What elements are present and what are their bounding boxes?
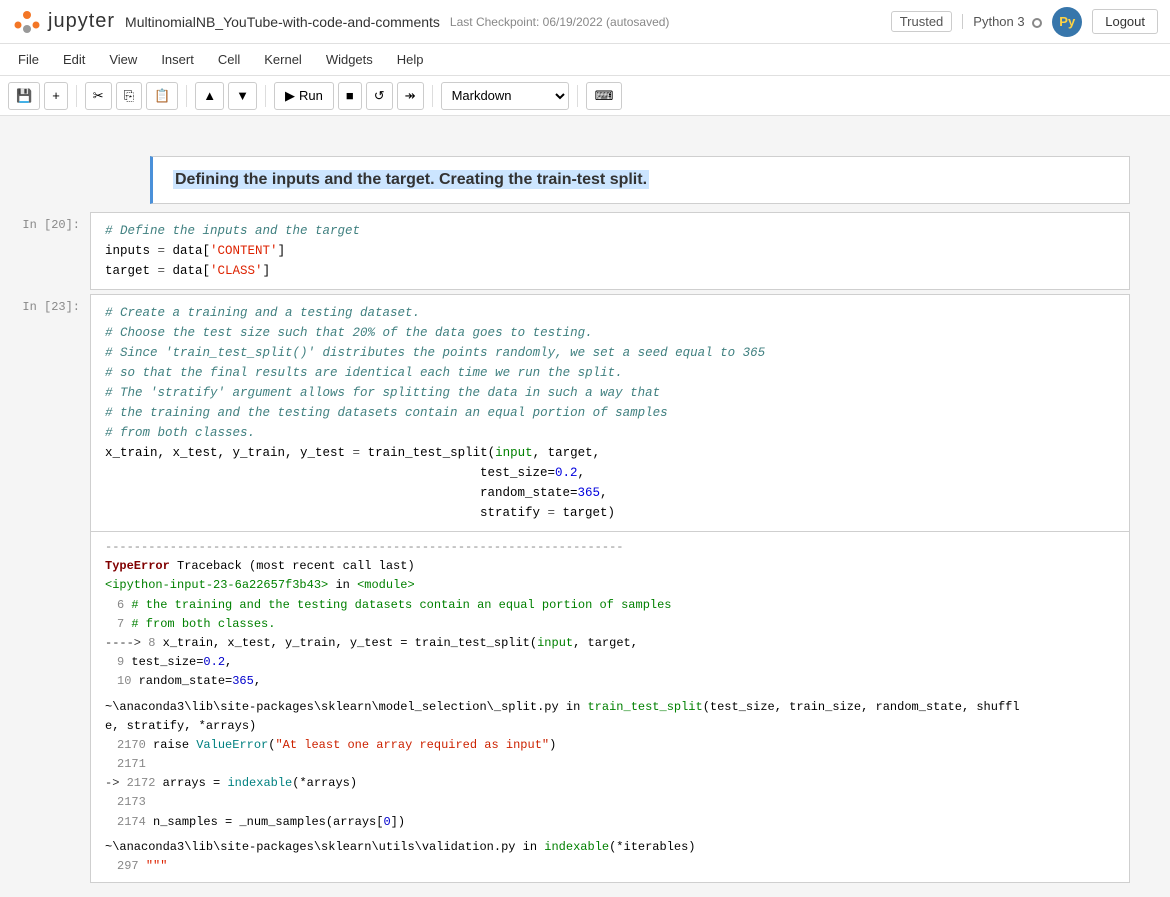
code-split-param1: test_size=0.2, bbox=[105, 463, 1115, 483]
markdown-cell[interactable]: Defining the inputs and the target. Crea… bbox=[150, 156, 1130, 204]
python-logo-icon: Py bbox=[1052, 7, 1082, 37]
err-context-6: 6 # the training and the testing dataset… bbox=[105, 596, 1115, 615]
move-up-button[interactable]: ▲ bbox=[195, 82, 224, 110]
code-comment-6: # the training and the testing datasets … bbox=[105, 403, 1115, 423]
interrupt-button[interactable]: ■ bbox=[338, 82, 362, 110]
run-button[interactable]: ▶ Run bbox=[274, 82, 334, 110]
save-button[interactable]: 💾 bbox=[8, 82, 40, 110]
code-input-20[interactable]: # Define the inputs and the target input… bbox=[90, 212, 1130, 290]
err-context-7: 7 # from both classes. bbox=[105, 615, 1115, 634]
keyboard-shortcuts-button[interactable]: ⌨ bbox=[586, 82, 623, 110]
cell-type-select[interactable]: Code Markdown Raw NBConvert Heading bbox=[441, 82, 569, 110]
cut-button[interactable]: ✂ bbox=[85, 82, 112, 110]
err-type-line: TypeError Traceback (most recent call la… bbox=[105, 557, 1115, 576]
restart-run-button[interactable]: ↠ bbox=[397, 82, 424, 110]
jupyter-wordmark: jupyter bbox=[48, 10, 115, 33]
add-cell-button[interactable]: + bbox=[44, 82, 68, 110]
menu-widgets[interactable]: Widgets bbox=[316, 49, 383, 70]
err-2174: 2174 n_samples = _num_samples(arrays[0]) bbox=[105, 813, 1115, 832]
err-2170: 2170 raise ValueError("At least one arra… bbox=[105, 736, 1115, 755]
toolbar-sep-3 bbox=[265, 85, 266, 107]
err-sklearn-path-cont: e, stratify, *arrays) bbox=[105, 717, 1115, 736]
cell-label-20: In [20]: bbox=[0, 212, 90, 232]
restart-button[interactable]: ↺ bbox=[366, 82, 393, 110]
run-icon: ▶ bbox=[285, 88, 295, 104]
markdown-cell-wrapper: Defining the inputs and the target. Crea… bbox=[0, 152, 1170, 208]
move-down-button[interactable]: ▼ bbox=[228, 82, 257, 110]
code-comment-2: # Choose the test size such that 20% of … bbox=[105, 323, 1115, 343]
menu-cell[interactable]: Cell bbox=[208, 49, 250, 70]
menu-bar: File Edit View Insert Cell Kernel Widget… bbox=[0, 44, 1170, 76]
menu-file[interactable]: File bbox=[8, 49, 49, 70]
copy-button[interactable]: ⎘ bbox=[116, 82, 142, 110]
code-cell-23: In [23]: # Create a training and a testi… bbox=[0, 294, 1170, 883]
code-comment-5: # The 'stratify' argument allows for spl… bbox=[105, 383, 1115, 403]
checkpoint-info: Last Checkpoint: 06/19/2022 (autosaved) bbox=[450, 15, 670, 29]
code-line-2: inputs = data['CONTENT'] bbox=[105, 241, 1115, 261]
trusted-badge: Trusted bbox=[891, 11, 953, 32]
err-2171: 2171 bbox=[105, 755, 1115, 774]
logout-button[interactable]: Logout bbox=[1092, 9, 1158, 34]
code-cell-20: In [20]: # Define the inputs and the tar… bbox=[0, 212, 1170, 290]
scrolled-top-indicator bbox=[0, 126, 1170, 148]
code-input-23[interactable]: # Create a training and a testing datase… bbox=[90, 294, 1130, 883]
code-comment-7: # from both classes. bbox=[105, 423, 1115, 443]
top-bar-right: Trusted Python 3 Py Logout bbox=[891, 7, 1158, 37]
err-validation-path: ~\anaconda3\lib\site-packages\sklearn\ut… bbox=[105, 838, 1115, 857]
code-line-1: # Define the inputs and the target bbox=[105, 221, 1115, 241]
menu-kernel[interactable]: Kernel bbox=[254, 49, 312, 70]
toolbar-sep-2 bbox=[186, 85, 187, 107]
code-comment-1: # Create a training and a testing datase… bbox=[105, 303, 1115, 323]
toolbar-sep-5 bbox=[577, 85, 578, 107]
code-area-20: # Define the inputs and the target input… bbox=[91, 213, 1129, 289]
run-label: Run bbox=[299, 88, 323, 103]
err-297: 297 """ bbox=[105, 857, 1115, 876]
error-output-23: ----------------------------------------… bbox=[91, 531, 1129, 882]
code-split-line: x_train, x_test, y_train, y_test = train… bbox=[105, 443, 1115, 463]
menu-view[interactable]: View bbox=[99, 49, 147, 70]
jupyter-logo-area: jupyter bbox=[12, 7, 115, 37]
menu-help[interactable]: Help bbox=[387, 49, 434, 70]
err-sklearn-path: ~\anaconda3\lib\site-packages\sklearn\mo… bbox=[105, 698, 1115, 717]
err-arrow-line: ----> 8 x_train, x_test, y_train, y_test… bbox=[105, 634, 1115, 653]
markdown-heading: Defining the inputs and the target. Crea… bbox=[173, 170, 649, 189]
code-comment-3: # Since 'train_test_split()' distributes… bbox=[105, 343, 1115, 363]
err-separator: ----------------------------------------… bbox=[105, 538, 1115, 557]
code-line-3: target = data['CLASS'] bbox=[105, 261, 1115, 281]
menu-edit[interactable]: Edit bbox=[53, 49, 95, 70]
menu-insert[interactable]: Insert bbox=[151, 49, 204, 70]
code-split-param2: random_state=365, bbox=[105, 483, 1115, 503]
toolbar-sep-1 bbox=[76, 85, 77, 107]
cell-label-23: In [23]: bbox=[0, 294, 90, 314]
err-ipython-line: <ipython-input-23-6a22657f3b43> in <modu… bbox=[105, 576, 1115, 595]
notebook-title: MultinomialNB_YouTube-with-code-and-comm… bbox=[125, 14, 440, 30]
err-2173: 2173 bbox=[105, 793, 1115, 812]
code-split-param3: stratify = target) bbox=[105, 503, 1115, 523]
code-area-23: # Create a training and a testing datase… bbox=[91, 295, 1129, 531]
code-comment-4: # so that the final results are identica… bbox=[105, 363, 1115, 383]
err-arrow-2172: -> 2172 arrays = indexable(*arrays) bbox=[105, 774, 1115, 793]
toolbar-sep-4 bbox=[432, 85, 433, 107]
toolbar: 💾 + ✂ ⎘ 📋 ▲ ▼ ▶ Run ■ ↺ ↠ Code Markdown … bbox=[0, 76, 1170, 116]
err-context-10: 10 random_state=365, bbox=[105, 672, 1115, 691]
err-context-9: 9 test_size=0.2, bbox=[105, 653, 1115, 672]
top-bar: jupyter MultinomialNB_YouTube-with-code-… bbox=[0, 0, 1170, 44]
paste-button[interactable]: 📋 bbox=[146, 82, 178, 110]
notebook-content: Defining the inputs and the target. Crea… bbox=[0, 116, 1170, 897]
jupyter-logo-icon bbox=[12, 7, 42, 37]
kernel-name: Python 3 bbox=[962, 14, 1042, 29]
